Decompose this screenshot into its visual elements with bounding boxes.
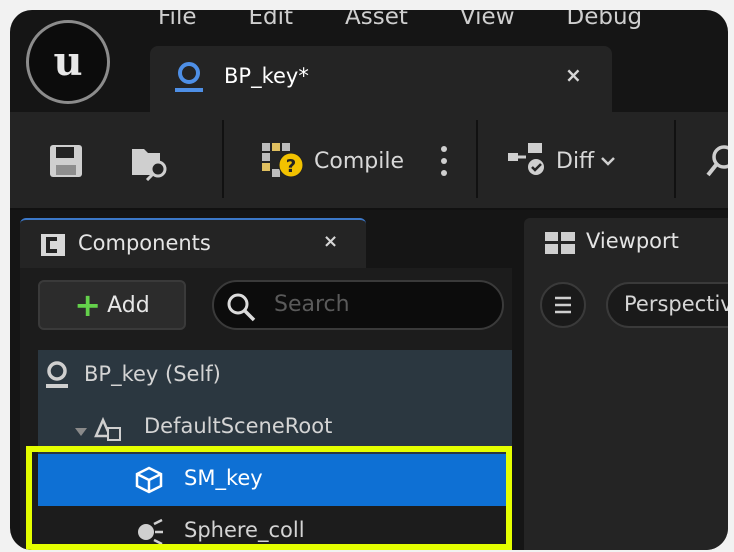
tree-item-label: SM_key <box>184 466 263 490</box>
sphere-collision-icon <box>134 518 164 550</box>
tree-item-label: DefaultSceneRoot <box>144 414 333 438</box>
browse-asset-icon[interactable] <box>128 136 172 186</box>
svg-text:u: u <box>53 38 82 85</box>
viewport-menu-button[interactable] <box>540 282 586 328</box>
tree-item-label: BP_key (Self) <box>84 362 221 386</box>
blueprint-actor-icon <box>172 60 206 100</box>
tree-item-defaultsceneroot[interactable]: DefaultSceneRoot <box>38 402 512 454</box>
diff-icon <box>506 139 550 183</box>
tab-title: BP_key* <box>224 64 309 88</box>
viewport-panel: Perspective <box>524 268 728 550</box>
tab-close-button[interactable]: × <box>565 63 582 87</box>
toolbar-separator <box>476 120 478 198</box>
components-search-input[interactable]: Search <box>212 280 504 330</box>
hamburger-icon <box>555 296 571 314</box>
toolbar-separator <box>222 120 224 198</box>
search-placeholder: Search <box>274 292 350 317</box>
tree-item-label: Sphere_coll <box>184 518 305 542</box>
blueprint-self-icon <box>44 360 70 394</box>
compile-button[interactable]: ? Compile <box>260 136 404 186</box>
chevron-down-icon <box>600 152 616 171</box>
tree-item-sm-key[interactable]: SM_key <box>38 454 512 506</box>
components-panel: + Add Search BP_key (Self) DefaultSceneR… <box>20 268 512 550</box>
diff-button[interactable]: Diff <box>506 136 616 186</box>
components-close-button[interactable]: × <box>323 231 338 252</box>
viewport-panel-tab[interactable]: Viewport <box>524 218 728 268</box>
search-icon <box>226 292 256 326</box>
expand-arrow-icon[interactable] <box>74 422 88 441</box>
svg-text:?: ? <box>286 156 296 177</box>
save-icon[interactable] <box>48 136 84 186</box>
perspective-label: Perspective <box>624 292 728 316</box>
add-label: Add <box>107 292 150 318</box>
diff-label: Diff <box>556 148 595 174</box>
menu-bar: File Edit Asset View Debug <box>158 10 694 32</box>
components-icon <box>40 233 66 261</box>
scene-root-icon <box>94 414 122 446</box>
add-component-button[interactable]: + Add <box>38 280 186 330</box>
tab-bp-key[interactable]: BP_key* × <box>150 46 612 112</box>
tree-item-self[interactable]: BP_key (Self) <box>38 350 512 402</box>
perspective-dropdown[interactable]: Perspective <box>606 282 728 328</box>
menu-debug[interactable]: Debug <box>567 10 643 32</box>
components-title: Components <box>78 231 211 255</box>
components-panel-tab[interactable]: Components × <box>20 218 366 270</box>
menu-view[interactable]: View <box>460 10 515 32</box>
compile-label: Compile <box>314 148 404 174</box>
viewport-icon <box>544 231 576 259</box>
plus-icon: + <box>74 286 102 324</box>
menu-edit[interactable]: Edit <box>249 10 294 32</box>
menu-asset[interactable]: Asset <box>345 10 408 32</box>
editor-window: u File Edit Asset View Debug BP_key* × ?… <box>10 10 728 550</box>
components-tree: BP_key (Self) DefaultSceneRoot SM_key Sp… <box>38 350 512 550</box>
toolbar: ? Compile Diff <box>10 112 728 210</box>
compile-options-button[interactable] <box>438 136 450 186</box>
viewport-title: Viewport <box>586 229 679 253</box>
compile-status-icon: ? <box>260 139 308 183</box>
menu-file[interactable]: File <box>158 10 197 32</box>
unreal-logo-icon[interactable]: u <box>26 20 110 104</box>
toolbar-separator <box>674 120 676 198</box>
find-icon[interactable] <box>706 136 728 186</box>
static-mesh-icon <box>134 466 164 498</box>
tree-item-sphere-coll[interactable]: Sphere_coll <box>38 506 512 550</box>
